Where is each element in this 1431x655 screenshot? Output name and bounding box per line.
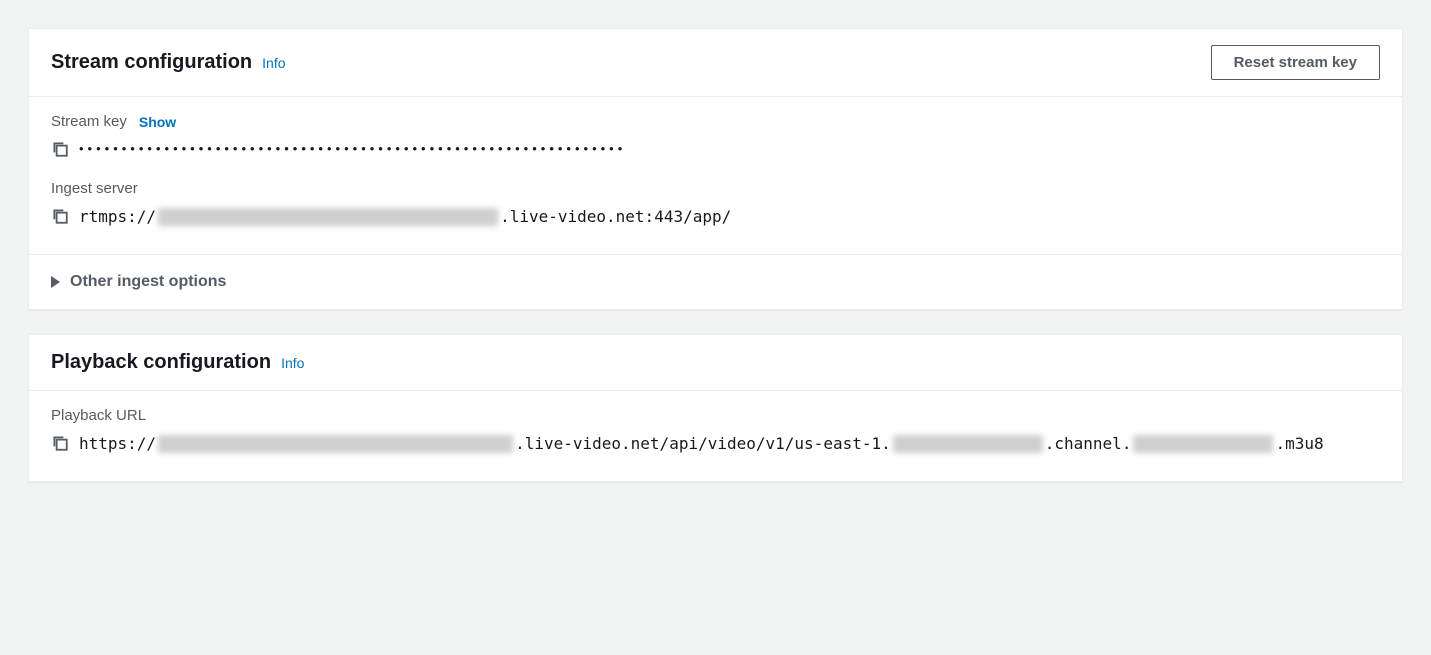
copy-icon[interactable] xyxy=(51,207,69,225)
show-stream-key-link[interactable]: Show xyxy=(139,114,176,130)
reset-stream-key-button[interactable]: Reset stream key xyxy=(1211,45,1380,80)
redacted-segment xyxy=(158,435,513,453)
stream-key-masked: ••••••••••••••••••••••••••••••••••••••••… xyxy=(79,138,626,155)
field-label-row: Playback URL xyxy=(51,407,1380,424)
copy-icon[interactable] xyxy=(51,434,69,452)
copy-icon[interactable] xyxy=(51,140,69,158)
info-link[interactable]: Info xyxy=(281,355,304,371)
ingest-server-value-row: rtmps:// .live-video.net:443/app/ xyxy=(51,205,1380,230)
panel-header: Playback configuration Info xyxy=(29,335,1402,391)
panel-header-left: Stream configuration Info xyxy=(51,51,286,74)
stream-configuration-panel: Stream configuration Info Reset stream k… xyxy=(28,28,1403,310)
panel-body: Playback URL https:// .live-video.net/ap… xyxy=(29,391,1402,481)
ingest-server-field: Ingest server rtmps:// .live-video.net:4… xyxy=(51,180,1380,230)
ingest-server-value: rtmps:// .live-video.net:443/app/ xyxy=(79,205,731,230)
panel-title: Stream configuration xyxy=(51,51,252,74)
panel-header: Stream configuration Info Reset stream k… xyxy=(29,29,1402,97)
stream-key-value-row: ••••••••••••••••••••••••••••••••••••••••… xyxy=(51,138,1380,158)
redacted-segment xyxy=(1133,435,1273,453)
text-segment: .m3u8 xyxy=(1275,432,1323,457)
text-segment: .live-video.net:443/app/ xyxy=(500,205,731,230)
redacted-segment xyxy=(158,208,498,226)
field-label-row: Stream key Show xyxy=(51,113,1380,130)
panel-title: Playback configuration xyxy=(51,351,271,374)
ingest-server-label: Ingest server xyxy=(51,180,138,197)
info-link[interactable]: Info xyxy=(262,55,285,71)
text-segment: https:// xyxy=(79,432,156,457)
caret-right-icon xyxy=(51,276,60,288)
stream-key-field: Stream key Show ••••••••••••••••••••••••… xyxy=(51,113,1380,158)
text-segment: rtmps:// xyxy=(79,205,156,230)
playback-url-label: Playback URL xyxy=(51,407,146,424)
panel-header-left: Playback configuration Info xyxy=(51,351,304,374)
redacted-segment xyxy=(893,435,1043,453)
text-segment: .channel. xyxy=(1045,432,1132,457)
panel-body: Stream key Show ••••••••••••••••••••••••… xyxy=(29,97,1402,254)
playback-url-value-row: https:// .live-video.net/api/video/v1/us… xyxy=(51,432,1380,457)
other-ingest-options-toggle[interactable]: Other ingest options xyxy=(29,254,1402,309)
field-label-row: Ingest server xyxy=(51,180,1380,197)
text-segment: .live-video.net/api/video/v1/us-east-1. xyxy=(515,432,891,457)
stream-key-label: Stream key xyxy=(51,113,127,130)
other-ingest-options-label: Other ingest options xyxy=(70,273,226,291)
playback-url-value: https:// .live-video.net/api/video/v1/us… xyxy=(79,432,1324,457)
playback-configuration-panel: Playback configuration Info Playback URL… xyxy=(28,334,1403,482)
playback-url-field: Playback URL https:// .live-video.net/ap… xyxy=(51,407,1380,457)
